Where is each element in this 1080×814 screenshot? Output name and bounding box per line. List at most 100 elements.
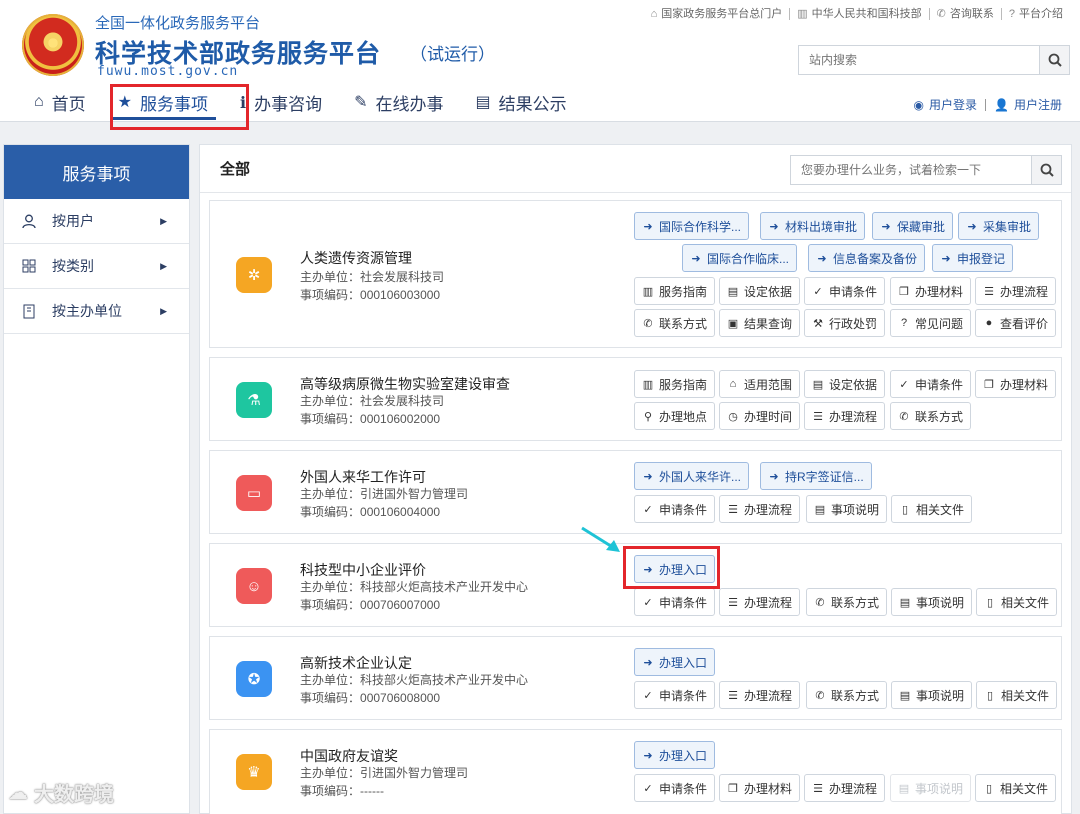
related-files-button[interactable]: ▯ 相关文件 — [976, 681, 1058, 709]
caret-right-icon: ▶ — [160, 305, 167, 316]
file-icon: ▯ — [986, 689, 994, 702]
phone-icon: ✆ — [815, 596, 825, 609]
result-query-button[interactable]: ▣ 结果查询 — [719, 309, 801, 337]
related-files-button[interactable]: ▯ 相关文件 — [891, 495, 973, 523]
conditions-button[interactable]: ✓ 申请条件 — [634, 681, 716, 709]
service-search-button[interactable] — [1031, 156, 1061, 184]
check-circle-icon: ✓ — [643, 503, 653, 516]
sub-item-button[interactable]: ➜ 国际合作临床... — [682, 244, 798, 272]
sub-item-button[interactable]: ➜ 保藏审批 — [872, 212, 954, 240]
arrow-circle-icon: ➜ — [643, 656, 653, 669]
service-code: 事项编码：000706007000 — [300, 598, 441, 612]
process-button[interactable]: ☰ 办理流程 — [719, 588, 801, 616]
process-button[interactable]: ☰ 办理流程 — [804, 774, 886, 802]
document-icon: ▤ — [899, 689, 911, 702]
conditions-button[interactable]: ✓ 申请条件 — [634, 495, 716, 523]
contact-button[interactable]: ✆ 联系方式 — [890, 402, 972, 430]
contact-button[interactable]: ✆ 联系方式 — [806, 681, 888, 709]
sub-item-button[interactable]: ➜ 国际合作科学... — [634, 212, 750, 240]
phone-icon: ✆ — [815, 689, 825, 702]
watermark-logo: ☁ 大数跨境 — [8, 782, 114, 806]
service-dept: 主办单位：科技部火炬高技术产业开发中心 — [300, 580, 529, 594]
sub-item-button[interactable]: ➜ 信息备案及备份 — [808, 244, 926, 272]
site-search-input[interactable] — [799, 46, 1039, 74]
list-icon: ☰ — [728, 503, 738, 516]
nav-results[interactable]: ▤ 结果公示 — [460, 86, 583, 118]
top-link-most[interactable]: ▥ 中华人民共和国科技部 — [790, 8, 930, 20]
process-button[interactable]: ☰ 办理流程 — [719, 681, 801, 709]
description-button[interactable]: ▤ 事项说明 — [806, 495, 888, 523]
process-button[interactable]: ☰ 办理流程 — [975, 277, 1057, 305]
service-card: ⚗ 高等级病原微生物实验室建设审查 主办单位：社会发展科技司 事项编码：0001… — [209, 357, 1062, 441]
conditions-button[interactable]: ✓ 申请条件 — [634, 588, 716, 616]
login-link[interactable]: ◉ 用户登录 — [906, 96, 986, 113]
description-button[interactable]: ▤ 事项说明 — [891, 681, 973, 709]
basis-button[interactable]: ▤ 设定依据 — [804, 370, 886, 398]
document-icon: ▤ — [899, 596, 911, 609]
related-files-button[interactable]: ▯ 相关文件 — [976, 588, 1058, 616]
process-button[interactable]: ☰ 办理流程 — [804, 402, 886, 430]
materials-button[interactable]: ❐ 办理材料 — [975, 370, 1057, 398]
sidebar-item-by-user[interactable]: 按用户 ▶ — [4, 199, 189, 244]
related-files-button[interactable]: ▯ 相关文件 — [975, 774, 1057, 802]
materials-button[interactable]: ❐ 办理材料 — [890, 277, 972, 305]
faq-button[interactable]: ? 常见问题 — [890, 309, 972, 337]
entry-button[interactable]: ➜ 办理入口 — [634, 741, 716, 769]
process-button[interactable]: ☰ 办理流程 — [719, 495, 801, 523]
service-guide-button[interactable]: ▥ 服务指南 — [634, 277, 716, 305]
service-search-input[interactable] — [791, 156, 1031, 184]
description-button[interactable]: ▤ 事项说明 — [891, 588, 973, 616]
service-name[interactable]: 科技型中小企业评价 — [300, 560, 426, 580]
entry-button[interactable]: ➜ 办理入口 — [634, 648, 716, 676]
review-button[interactable]: ● 查看评价 — [975, 309, 1057, 337]
conditions-button[interactable]: ✓ 申请条件 — [634, 774, 716, 802]
search-icon — [1040, 163, 1054, 177]
service-guide-button[interactable]: ▥ 服务指南 — [634, 370, 716, 398]
service-name[interactable]: 中国政府友谊奖 — [300, 746, 398, 766]
sub-item-button[interactable]: ➜ 采集审批 — [958, 212, 1040, 240]
top-link-contact[interactable]: ✆ 咨询联系 — [930, 8, 1002, 20]
sidebar-item-by-category[interactable]: 按类别 ▶ — [4, 244, 189, 289]
service-code: 事项编码：000106004000 — [300, 505, 441, 519]
materials-button[interactable]: ❐ 办理材料 — [719, 774, 801, 802]
basis-button[interactable]: ▤ 设定依据 — [719, 277, 801, 305]
location-button[interactable]: ⚲ 办理地点 — [634, 402, 716, 430]
file-icon: ▯ — [901, 503, 909, 516]
nav-online[interactable]: ✎ 在线办事 — [338, 86, 459, 118]
sidebar-item-by-department[interactable]: 按主办单位 ▶ — [4, 289, 189, 334]
copy-icon: ❐ — [728, 782, 738, 795]
service-name[interactable]: 外国人来华工作许可 — [300, 467, 426, 487]
image-icon: ▣ — [727, 317, 739, 330]
main-panel: 全部 ✲ 人类遗传资源管理 主办单位：社会发展科技司 事项编码：00010600… — [199, 144, 1072, 814]
service-name[interactable]: 人类遗传资源管理 — [300, 248, 412, 268]
phone-icon: ✆ — [899, 410, 909, 423]
sub-item-button[interactable]: ➜ 申报登记 — [932, 244, 1014, 272]
top-links: ⌂ 国家政务服务平台总门户 ▥ 中华人民共和国科技部 ✆ 咨询联系 ? 平台介绍 — [644, 8, 1070, 20]
scope-button[interactable]: ⌂ 适用范围 — [719, 370, 801, 398]
copy-icon: ❐ — [984, 378, 994, 391]
building-icon: ▥ — [797, 8, 808, 20]
dna-icon: ✲ — [236, 257, 272, 293]
register-link[interactable]: 👤 用户注册 — [986, 96, 1070, 113]
site-url: fuwu.most.gov.cn — [97, 64, 239, 79]
arrow-circle-icon: ➜ — [643, 220, 653, 233]
service-name[interactable]: 高等级病原微生物实验室建设审查 — [300, 374, 510, 394]
nav-home[interactable]: ⌂ 首页 — [18, 86, 102, 118]
sub-item-button[interactable]: ➜ 材料出境审批 — [760, 212, 866, 240]
top-link-portal[interactable]: ⌂ 国家政务服务平台总门户 — [644, 8, 791, 20]
sub-item-button[interactable]: ➜ 外国人来华许... — [634, 462, 750, 490]
time-button[interactable]: ◷ 办理时间 — [719, 402, 801, 430]
contact-button[interactable]: ✆ 联系方式 — [634, 309, 716, 337]
home-icon: ⌂ — [650, 8, 658, 20]
sidebar: 服务事项 按用户 ▶ 按类别 ▶ 按主办单位 ▶ — [3, 144, 190, 814]
service-dept: 主办单位：社会发展科技司 — [300, 270, 445, 284]
sub-item-button[interactable]: ➜ 持R字签证信... — [760, 462, 872, 490]
contact-button[interactable]: ✆ 联系方式 — [806, 588, 888, 616]
conditions-button[interactable]: ✓ 申请条件 — [890, 370, 972, 398]
top-link-about[interactable]: ? 平台介绍 — [1002, 8, 1070, 20]
service-name[interactable]: 高新技术企业认定 — [300, 653, 412, 673]
site-search-button[interactable] — [1039, 46, 1069, 74]
penalty-button[interactable]: ⚒ 行政处罚 — [804, 309, 886, 337]
site-subtitle: 全国一体化政务服务平台 — [95, 15, 261, 32]
conditions-button[interactable]: ✓ 申请条件 — [804, 277, 886, 305]
